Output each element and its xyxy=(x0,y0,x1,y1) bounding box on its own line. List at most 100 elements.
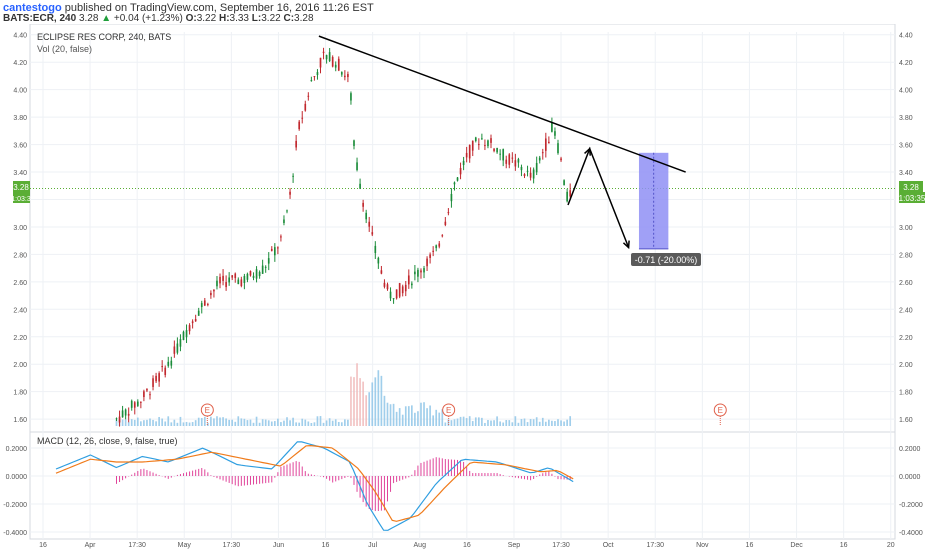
candle-body xyxy=(453,182,456,185)
volume-bar xyxy=(124,419,127,426)
volume-bar xyxy=(258,422,261,426)
price-tick-right: 4.00 xyxy=(899,88,913,95)
price-tick-right: 2.00 xyxy=(899,362,913,369)
volume-bar xyxy=(270,421,273,426)
candle-body xyxy=(450,193,453,202)
candle-body xyxy=(474,137,477,141)
volume-bar xyxy=(334,419,337,426)
volume-bar xyxy=(130,419,133,426)
volume-bar xyxy=(197,417,200,426)
candle-body xyxy=(411,283,413,286)
volume-bar xyxy=(289,420,291,426)
symbol-label[interactable]: BATS:ECR, 240 xyxy=(3,13,76,24)
candle-body xyxy=(170,360,173,366)
volume-bar xyxy=(353,377,355,426)
time-tick: Jun xyxy=(273,542,284,549)
candle-body xyxy=(158,373,160,382)
volume-bar xyxy=(435,409,438,426)
volume-bar xyxy=(252,422,255,426)
macd-legend: MACD (12, 26, close, 9, false, true) xyxy=(37,436,178,446)
candle-body xyxy=(146,389,148,391)
last-price: 3.28 xyxy=(78,13,99,24)
low-label: L: xyxy=(251,13,262,24)
time-tick: 16 xyxy=(840,542,848,549)
volume-bar xyxy=(365,395,368,426)
candle-body xyxy=(322,51,325,54)
price-tick-left: 3.80 xyxy=(13,115,27,122)
candle-body xyxy=(541,152,544,154)
volume-bar xyxy=(210,416,212,426)
candle-body xyxy=(280,236,282,238)
volume-bar xyxy=(411,405,413,426)
price-tick-right: 3.80 xyxy=(899,115,913,122)
volume-bar xyxy=(471,421,474,426)
candle-body xyxy=(133,402,136,408)
time-tick: 16 xyxy=(39,542,47,549)
volume-bar xyxy=(231,419,234,426)
candle-body xyxy=(136,401,139,406)
price-tick-right: 2.40 xyxy=(899,307,913,314)
volume-bar xyxy=(557,419,559,426)
candle-body xyxy=(228,277,230,283)
volume-bar xyxy=(228,419,230,426)
candle-body xyxy=(347,74,349,78)
volume-bar xyxy=(508,420,511,426)
candle-body xyxy=(557,143,559,154)
candle-body xyxy=(258,271,261,277)
price-tick-right: 1.60 xyxy=(899,417,913,424)
candle-body xyxy=(292,175,294,177)
volume-bar xyxy=(505,419,508,426)
candle-body xyxy=(447,212,450,214)
price-tick-right: 4.40 xyxy=(899,33,913,40)
volume-bar xyxy=(350,376,352,426)
candle-body xyxy=(532,169,535,179)
volume-bar xyxy=(222,417,224,426)
volume-bar xyxy=(465,418,468,426)
candle-body xyxy=(526,170,529,172)
volume-bar xyxy=(313,422,316,426)
candle-body xyxy=(353,140,355,146)
candle-body xyxy=(182,331,185,340)
main-pane-frame xyxy=(29,24,896,433)
volume-bar xyxy=(246,420,249,426)
price-tick-left: 2.80 xyxy=(13,252,27,259)
price-chart[interactable]: 4.40 4.40 4.20 4.20 4.00 4.00 3.80 3.80 3.60 3.60… xyxy=(0,24,932,550)
candle-body xyxy=(161,366,164,368)
candle-body xyxy=(544,138,547,151)
candle-body xyxy=(164,367,167,375)
time-tick: Dec xyxy=(790,542,803,549)
candle-body xyxy=(456,177,459,181)
candle-body xyxy=(118,416,121,423)
volume-bar xyxy=(237,416,240,426)
candle-body xyxy=(563,180,565,186)
candle-body xyxy=(234,273,237,279)
countdown-badge-value: 1:03:35 xyxy=(899,194,926,203)
volume-bar xyxy=(280,422,282,426)
candle-body xyxy=(554,131,556,136)
volume-bar xyxy=(219,417,221,426)
volume-bar xyxy=(167,416,170,426)
time-tick: 17:30 xyxy=(223,542,241,549)
candle-body xyxy=(121,410,124,418)
price-tick-left: 1.60 xyxy=(13,417,27,424)
candle-body xyxy=(508,154,511,165)
candle-body xyxy=(155,375,157,382)
ohlc-line: BATS:ECR, 240 3.28 ▲ +0.04 (+1.23%) O:3.… xyxy=(3,13,314,24)
candle-body xyxy=(407,275,410,285)
volume-bar xyxy=(526,422,529,426)
volume-bar xyxy=(484,422,486,426)
low-value: 3.22 xyxy=(261,13,281,24)
volume-bar xyxy=(417,411,419,426)
candle-body xyxy=(444,221,447,225)
candle-body xyxy=(548,141,550,144)
open-value: 3.22 xyxy=(196,13,217,24)
candle-body xyxy=(535,162,538,173)
candle-body xyxy=(304,103,307,111)
candle-body xyxy=(143,391,145,398)
candle-body xyxy=(237,279,240,285)
volume-bar xyxy=(459,416,462,426)
candle-body xyxy=(197,310,200,316)
candle-body xyxy=(273,247,276,256)
candle-body xyxy=(252,275,255,278)
volume-bar xyxy=(538,421,541,426)
